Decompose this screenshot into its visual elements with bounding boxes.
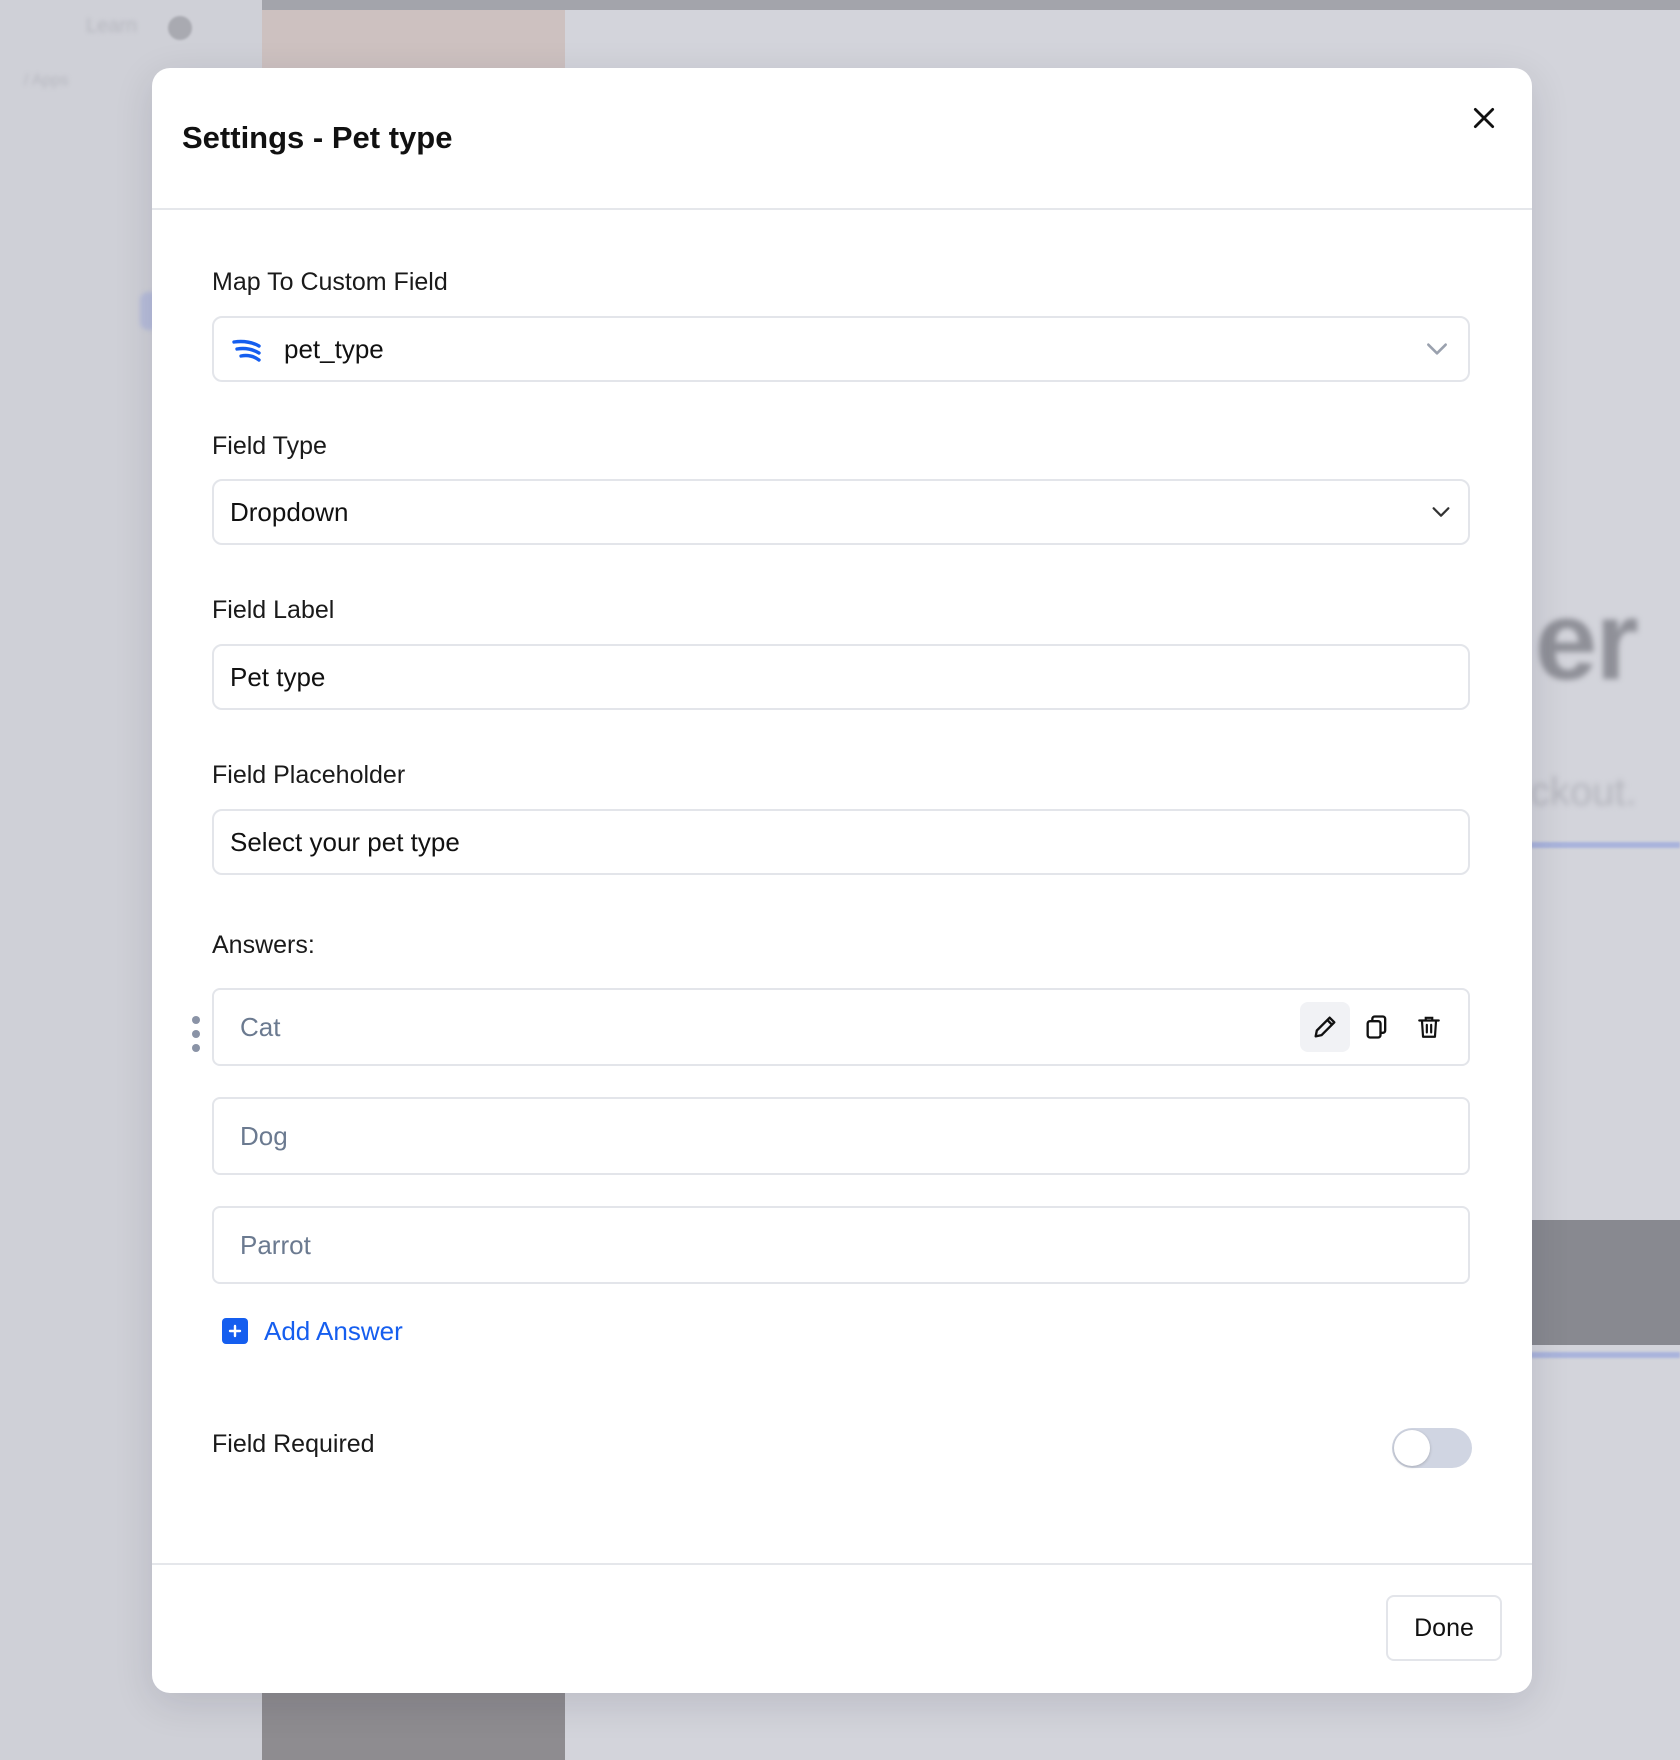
field-placeholder-label: Field Placeholder — [212, 761, 406, 789]
answer-label: Dog — [240, 1121, 288, 1151]
field-label-value: Pet type — [230, 662, 326, 692]
chevron-down-icon — [1432, 507, 1450, 517]
settings-modal: Settings - Pet type Map To Custom Field … — [152, 68, 1532, 1693]
background-divider-blue-2 — [1530, 1352, 1680, 1358]
delete-answer-button[interactable] — [1404, 1002, 1454, 1052]
answer-row[interactable]: Cat — [212, 988, 1470, 1066]
background-breadcrumb: / Apps — [24, 72, 69, 89]
background-topbar — [262, 0, 1680, 10]
close-icon — [1473, 107, 1495, 129]
field-type-label: Field Type — [212, 432, 327, 460]
answer-row-actions — [1300, 1002, 1454, 1052]
custom-field-brand-icon — [232, 339, 261, 362]
copy-answer-button[interactable] — [1352, 1002, 1402, 1052]
copy-icon — [1366, 1015, 1387, 1039]
chevron-down-icon — [1427, 343, 1447, 355]
custom-field-select[interactable]: pet_type — [212, 316, 1470, 382]
field-placeholder-input[interactable]: Select your pet type — [212, 809, 1470, 875]
field-required-label: Field Required — [212, 1430, 375, 1458]
add-answer-label: Add Answer — [264, 1315, 403, 1346]
custom-field-value: pet_type — [284, 334, 384, 364]
plus-icon — [222, 1318, 248, 1344]
field-type-value: Dropdown — [230, 497, 349, 527]
close-button[interactable] — [1462, 96, 1506, 140]
pencil-icon — [1314, 1016, 1336, 1038]
field-placeholder-value: Select your pet type — [230, 827, 460, 857]
modal-footer: Done — [152, 1563, 1532, 1693]
background-subtext: ckout. — [1530, 770, 1637, 814]
background-help-icon — [168, 16, 192, 40]
answer-label: Parrot — [240, 1230, 311, 1260]
custom-field-label: Map To Custom Field — [212, 268, 448, 296]
field-type-select[interactable]: Dropdown — [212, 479, 1470, 545]
background-divider-blue — [1530, 842, 1680, 848]
modal-header: Settings - Pet type — [152, 68, 1532, 210]
background-button-block — [1530, 1220, 1680, 1345]
field-label-label: Field Label — [212, 596, 335, 624]
background-learn-link: Learn — [86, 15, 138, 37]
trash-icon — [1418, 1016, 1440, 1038]
background-headline: er — [1535, 578, 1639, 703]
background-panel-bottom — [262, 1690, 565, 1760]
field-label-input[interactable]: Pet type — [212, 644, 1470, 710]
answers-heading: Answers: — [212, 931, 315, 959]
add-answer-button[interactable]: Add Answer — [222, 1311, 403, 1351]
edit-answer-button[interactable] — [1300, 1002, 1350, 1052]
answer-label: Cat — [240, 1012, 281, 1042]
drag-handle-icon[interactable] — [190, 1016, 202, 1052]
done-button[interactable]: Done — [1386, 1595, 1502, 1661]
answer-row[interactable]: Parrot — [212, 1206, 1470, 1284]
modal-title: Settings - Pet type — [182, 120, 453, 155]
answer-row[interactable]: Dog — [212, 1097, 1470, 1175]
field-required-toggle[interactable] — [1392, 1428, 1472, 1468]
toggle-knob — [1394, 1430, 1430, 1466]
